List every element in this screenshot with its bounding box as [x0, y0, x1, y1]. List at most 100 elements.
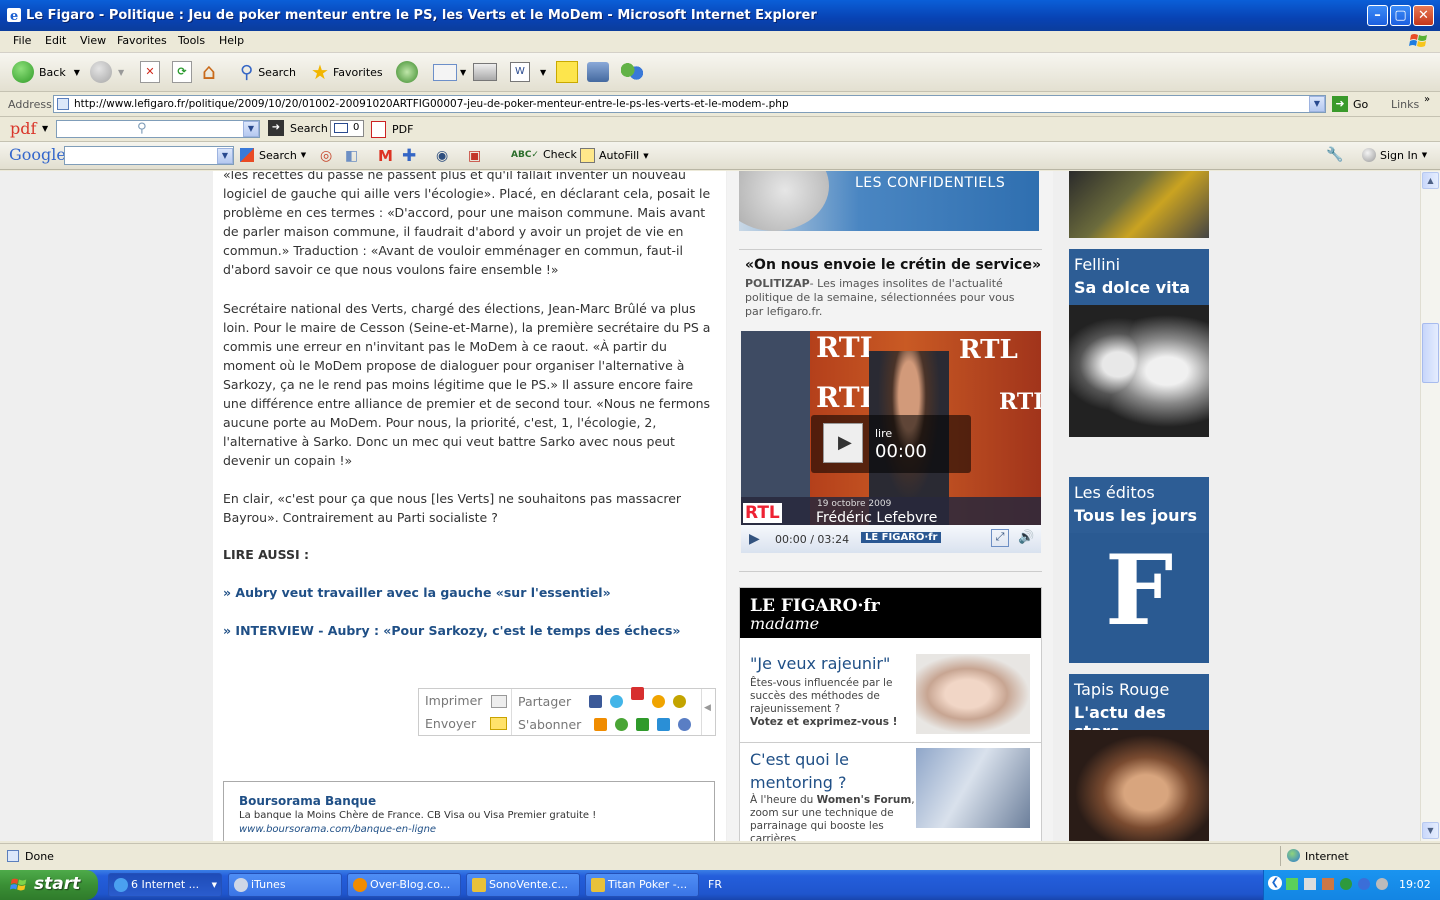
pdf-button[interactable]: PDF [371, 121, 413, 138]
popup-blocker-icon[interactable]: ◧ [345, 148, 358, 164]
yahoo-icon[interactable] [657, 718, 670, 731]
start-button[interactable]: start [0, 870, 98, 900]
globe-icon[interactable]: ◉ [436, 148, 448, 164]
google-plus-icon[interactable] [636, 718, 649, 731]
pdf-window-counter[interactable]: 0 [330, 120, 364, 137]
pdf-search-button[interactable]: ➜ Search [268, 120, 328, 136]
scroll-down-icon[interactable]: ▼ [1422, 822, 1439, 839]
gmail-icon[interactable]: M [378, 147, 393, 165]
madame-item-title[interactable]: C'est quoi le mentoring ? [750, 748, 900, 794]
chevron-down-icon[interactable]: ▼ [42, 124, 48, 133]
translate-icon[interactable]: ▣ [468, 148, 481, 164]
madame-item-title[interactable]: "Je veux rajeunir" [750, 654, 890, 673]
vertical-scrollbar[interactable]: ▲ ▼ [1420, 171, 1440, 841]
widget-icon[interactable] [678, 718, 691, 731]
page-viewport[interactable]: «les recettes du passé ne passent plus e… [0, 171, 1420, 841]
history-button[interactable] [396, 60, 418, 84]
fullscreen-icon[interactable]: ⤢ [991, 529, 1009, 547]
wrench-icon[interactable]: 🔧 [1326, 147, 1343, 163]
pagerank-icon[interactable]: ◎ [320, 148, 332, 164]
google-search-input[interactable]: ▼ [64, 146, 234, 165]
menu-favorites[interactable]: Favorites [117, 34, 167, 47]
close-button[interactable]: ✕ [1413, 5, 1434, 26]
scroll-up-icon[interactable]: ▲ [1422, 172, 1439, 189]
print-button[interactable] [473, 60, 497, 84]
messenger-button[interactable] [621, 60, 643, 84]
twitter-icon[interactable] [610, 695, 623, 708]
research-button[interactable] [587, 60, 609, 84]
play-overlay[interactable]: ▶ lire 00:00 [811, 415, 971, 473]
address-dropdown-icon[interactable]: ▼ [1309, 96, 1325, 112]
minimize-button[interactable]: – [1367, 5, 1388, 26]
go-button[interactable]: ➜ Go [1332, 96, 1368, 112]
favorites-button[interactable]: ★ Favorites [311, 60, 383, 84]
links-button[interactable]: Links [1391, 98, 1419, 111]
rss-icon[interactable] [594, 718, 607, 731]
chevron-right-icon[interactable]: » [1424, 94, 1430, 105]
refresh-button[interactable]: ⟳ [172, 60, 192, 84]
task-titan-poker[interactable]: Titan Poker -... [585, 873, 699, 897]
spellcheck-button[interactable]: ABC✓ Check ▼ [511, 148, 586, 161]
google-search-button[interactable]: Search ▼ [240, 148, 306, 162]
chevron-left-icon[interactable]: ❮ [1268, 876, 1282, 890]
tray-app-icon[interactable] [1340, 878, 1352, 890]
stop-button[interactable]: ✕ [140, 60, 160, 84]
tray-app-icon[interactable] [1304, 878, 1316, 890]
sign-in-button[interactable]: Sign In ▼ [1362, 148, 1427, 162]
address-input[interactable]: http://www.lefigaro.fr/politique/2009/10… [53, 95, 1326, 113]
menu-file[interactable]: File [13, 34, 31, 47]
volume-icon[interactable] [1376, 878, 1388, 890]
facebook-icon[interactable] [589, 695, 602, 708]
title-bar[interactable]: e Le Figaro - Politique : Jeu de poker m… [0, 0, 1440, 31]
menu-tools[interactable]: Tools [178, 34, 205, 47]
ad-title[interactable]: Boursorama Banque [239, 794, 376, 808]
ad-url[interactable]: www.boursorama.com/banque-en-ligne [239, 824, 436, 835]
video-player[interactable]: RTL RTL RTL RTL ▶ lire 00:00 RTL 19 octo… [741, 331, 1041, 553]
task-overblog[interactable]: Over-Blog.co... [347, 873, 461, 897]
edit-button[interactable]: W ▼ [510, 60, 546, 84]
digg-icon[interactable] [652, 695, 665, 708]
notes-button[interactable] [556, 60, 578, 84]
promo-editos[interactable]: Les éditos Tous les jours F [1069, 477, 1209, 663]
delicious-icon[interactable] [673, 695, 686, 708]
add-button-icon[interactable]: ✚ [402, 146, 416, 166]
clock[interactable]: 19:02 [1399, 878, 1431, 891]
related-link-aubry[interactable]: » Aubry veut travailler avec la gauche «… [223, 585, 611, 600]
top-ad-image[interactable] [1069, 171, 1209, 238]
promo-tapis-rouge[interactable]: Tapis Rouge L'actu des stars [1069, 674, 1209, 841]
menu-edit[interactable]: Edit [45, 34, 66, 47]
politizap-title[interactable]: «On nous envoie le crétin de service» [745, 257, 1041, 273]
tray-app-icon[interactable] [1358, 878, 1370, 890]
blog-icon[interactable] [631, 687, 644, 700]
pdf-logo[interactable]: pdf [10, 119, 36, 138]
autofill-button[interactable]: AutoFill ▼ [580, 148, 649, 163]
related-link-interview[interactable]: » INTERVIEW - Aubry : «Pour Sarkozy, c'e… [223, 623, 681, 638]
home-button[interactable]: ⌂ [202, 60, 216, 85]
play-button[interactable]: ▶ [823, 423, 863, 463]
print-link[interactable]: Imprimer [425, 693, 482, 708]
pdf-search-dropdown-icon[interactable]: ▼ [243, 121, 259, 137]
figaro-madame-logo[interactable]: LE FIGARO·fr madame [740, 588, 1041, 638]
play-control-icon[interactable]: ▶ [749, 531, 760, 547]
tray-app-icon[interactable] [1322, 878, 1334, 890]
printer-icon[interactable] [491, 695, 507, 708]
google-logo[interactable]: Google [9, 145, 66, 164]
envelope-icon[interactable] [490, 717, 507, 730]
task-internet-explorer[interactable]: 6 Internet ... ▼ [108, 873, 222, 897]
confidentiels-banner[interactable]: LES CONFIDENTIELS [739, 171, 1039, 231]
chevron-left-icon[interactable]: ◀ [704, 703, 711, 713]
mail-button[interactable]: ▼ [433, 60, 466, 84]
back-button[interactable]: Back ▼ [12, 60, 80, 84]
menu-help[interactable]: Help [219, 34, 244, 47]
promo-fellini[interactable]: Fellini Sa dolce vita [1069, 249, 1209, 437]
pdf-search-input[interactable]: ⚲ ▼ [56, 120, 260, 138]
ad-boursorama[interactable]: Boursorama Banque La banque la Moins Chè… [223, 781, 715, 841]
task-itunes[interactable]: iTunes [228, 873, 342, 897]
forward-button[interactable]: ▼ [90, 60, 124, 84]
search-button[interactable]: ⚲ Search [240, 60, 296, 84]
maximize-button[interactable]: ▢ [1390, 5, 1411, 26]
email-link[interactable]: Envoyer [425, 716, 476, 731]
language-indicator[interactable]: FR [708, 878, 722, 891]
netvibes-icon[interactable] [615, 718, 628, 731]
network-icon[interactable] [1286, 878, 1298, 890]
